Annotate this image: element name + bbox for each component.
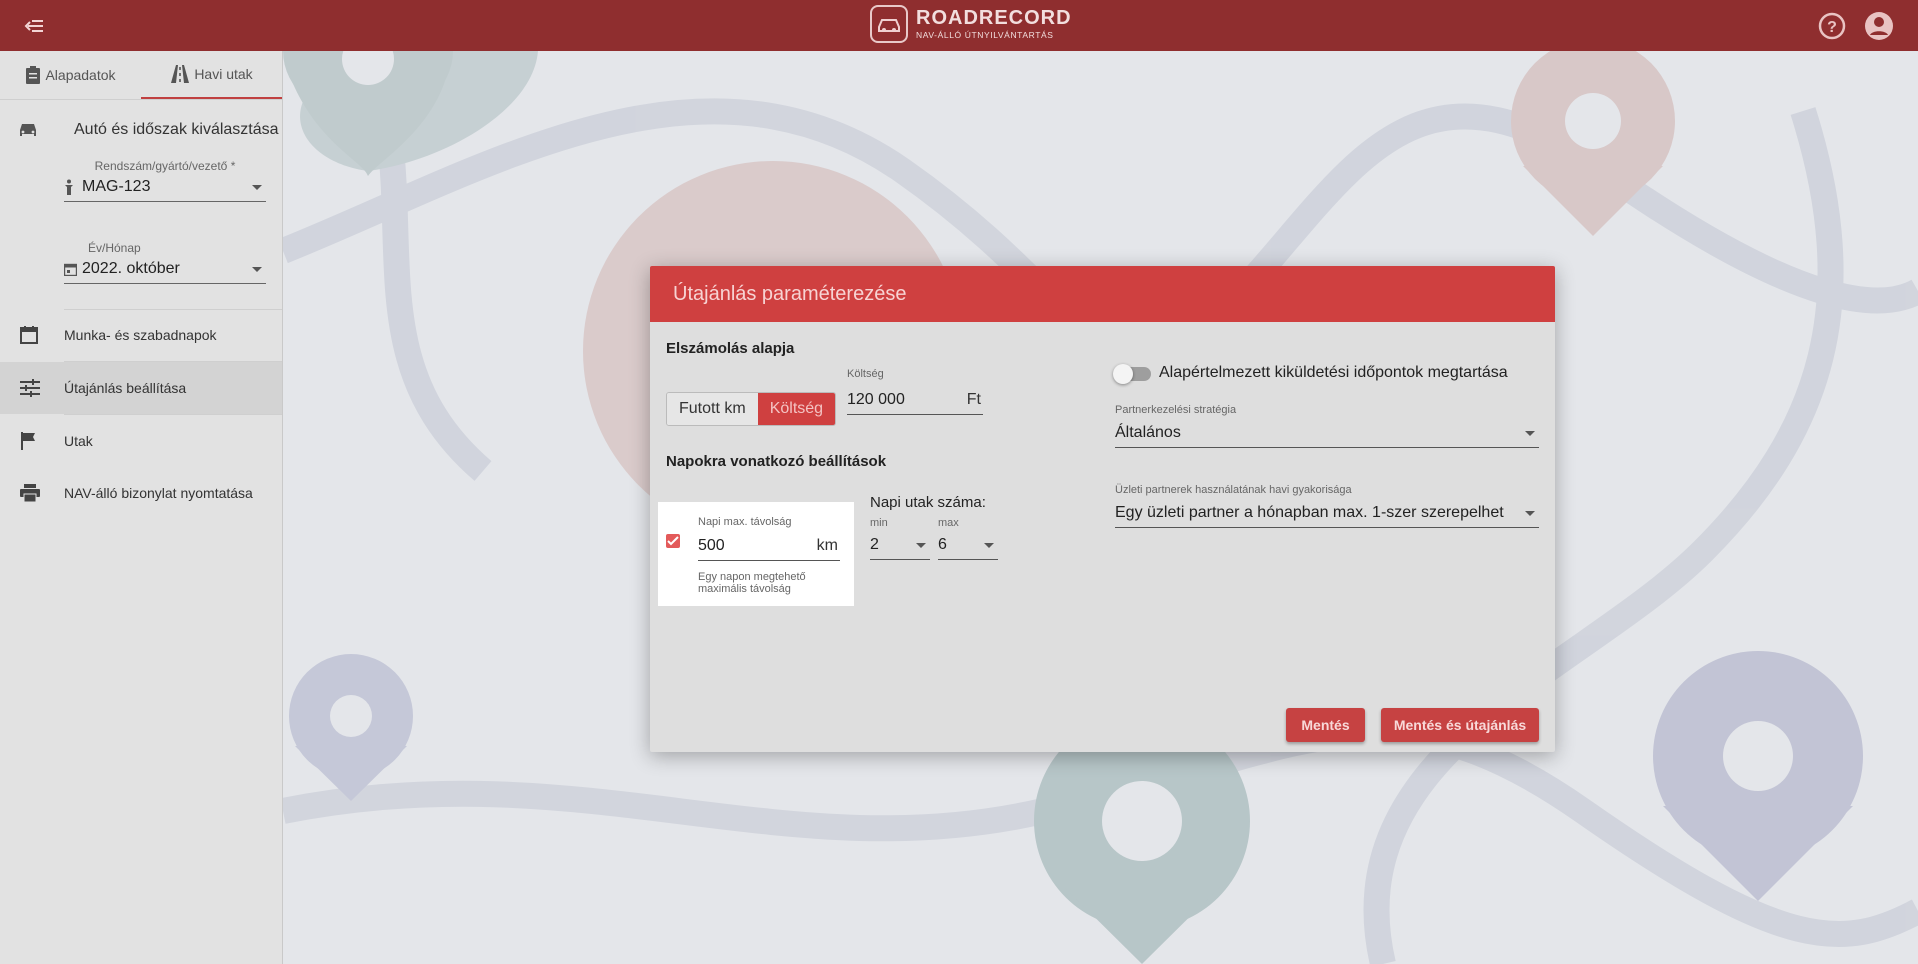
partner-frequency-value: Egy üzleti partner a hónapban max. 1-sze… [1115, 504, 1504, 521]
partner-strategy-select[interactable]: Partnerkezelési stratégia Általános [1115, 404, 1539, 448]
svg-text:?: ? [1827, 19, 1837, 36]
max-distance-checkbox[interactable] [666, 534, 680, 548]
trips-count-label: Napi utak száma: [870, 494, 986, 511]
sidebar-item-utak[interactable]: Utak [0, 415, 282, 467]
partner-strategy-value: Általános [1115, 424, 1181, 441]
sidebar-item-label: NAV-álló bizonylat nyomtatása [64, 485, 253, 501]
vehicle-value: MAG-123 [82, 178, 151, 195]
help-icon: ? [1818, 12, 1846, 40]
default-times-toggle[interactable] [1113, 364, 1151, 384]
dialog-title: Útajánlás paraméterezése [650, 266, 1555, 322]
back-button[interactable] [20, 12, 48, 40]
tab-label: Havi utak [194, 66, 253, 82]
partner-frequency-select[interactable]: Üzleti partnerek használatának havi gyak… [1115, 484, 1539, 528]
sidebar-item-munka-szabadnapok[interactable]: Munka- és szabadnapok [0, 309, 282, 361]
sidebar-item-label: Munka- és szabadnapok [64, 327, 217, 343]
billing-title: Elszámolás alapja [666, 340, 795, 357]
max-distance-hint: Egy napon megtehető maximális távolság [698, 571, 806, 595]
cost-input[interactable]: Költség 120 000 Ft [847, 368, 983, 415]
vehicle-label: Rendszám/gyártó/vezető * [94, 159, 236, 173]
tab-alapadatok[interactable]: Alapadatok [0, 51, 141, 99]
back-arrow-icon [24, 20, 43, 32]
person-icon [65, 179, 73, 195]
option-futott-km[interactable]: Futott km [667, 393, 758, 425]
default-times-label: Alapértelmezett kiküldetési időpontok me… [1159, 364, 1508, 381]
trips-min-select[interactable]: min 2 [870, 517, 930, 560]
car-icon [20, 124, 36, 136]
daily-settings-title: Napokra vonatkozó beállítások [666, 453, 887, 470]
chevron-down-icon [252, 184, 262, 190]
trips-min-value: 2 [870, 536, 879, 553]
sidebar-tabs: Alapadatok Havi utak [0, 51, 282, 100]
check-icon [667, 536, 679, 546]
calendar-small-icon [64, 263, 77, 276]
sidebar-item-label: Utak [64, 433, 93, 449]
billing-basis-toggle: Futott km Költség [666, 392, 837, 426]
car-logo-icon [870, 5, 908, 43]
sliders-icon [20, 379, 40, 397]
period-label: Év/Hónap [88, 241, 141, 255]
section-title: Autó és időszak kiválasztása [0, 100, 282, 160]
cost-label: Költség [847, 368, 884, 380]
chevron-down-icon [1525, 430, 1535, 436]
sidebar-item-utajanlas-beallitasa[interactable]: Útajánlás beállítása [0, 362, 282, 414]
account-button[interactable] [1864, 11, 1894, 41]
help-button[interactable]: ? [1817, 11, 1847, 41]
vehicle-select[interactable]: Rendszám/gyártó/vezető * MAG-123 [64, 159, 266, 202]
chevron-down-icon [1525, 510, 1535, 516]
option-koltseg[interactable]: Költség [757, 393, 836, 425]
calendar-icon [20, 326, 38, 344]
logo-subtitle: NAV-ÁLLÓ ÚTNYILVÁNTARTÁS [916, 30, 1054, 41]
chevron-down-icon [984, 542, 994, 548]
account-circle-icon [1865, 12, 1893, 40]
trips-max-value: 6 [938, 536, 947, 553]
save-button[interactable]: Mentés [1286, 708, 1365, 742]
period-select[interactable]: Év/Hónap 2022. október [64, 241, 266, 284]
logo-title: ROADRECORD [916, 7, 1072, 30]
chevron-down-icon [916, 542, 926, 548]
chevron-down-icon [252, 266, 262, 272]
max-distance-input[interactable]: Napi max. távolság 500 km [698, 516, 840, 561]
trips-max-select[interactable]: max 6 [938, 517, 998, 560]
clipboard-icon [26, 66, 41, 84]
cost-unit: Ft [966, 391, 981, 408]
flag-icon [21, 432, 35, 450]
road-icon [171, 65, 190, 83]
sidebar-item-nav-bizonylat[interactable]: NAV-álló bizonylat nyomtatása [0, 467, 282, 519]
sidebar: Alapadatok Havi utak Autó és időszak kiv… [0, 51, 283, 964]
cost-value: 120 000 [847, 391, 905, 408]
sidebar-item-label: Útajánlás beállítása [64, 380, 187, 396]
tab-label: Alapadatok [45, 67, 116, 83]
app-logo[interactable]: ROADRECORD NAV-ÁLLÓ ÚTNYILVÁNTARTÁS [870, 5, 1072, 43]
tab-havi-utak[interactable]: Havi utak [141, 51, 282, 99]
max-distance-label: Napi max. távolság [698, 516, 792, 528]
printer-icon [20, 484, 40, 502]
period-value: 2022. október [82, 260, 180, 277]
save-and-recommend-button[interactable]: Mentés és útajánlás [1381, 708, 1539, 742]
app-header: ROADRECORD NAV-ÁLLÓ ÚTNYILVÁNTARTÁS ? [0, 0, 1918, 51]
max-distance-card: Napi max. távolság 500 km Egy napon megt… [658, 502, 854, 606]
trip-recommendation-dialog: Útajánlás paraméterezése Elszámolás alap… [650, 266, 1555, 752]
max-distance-value: 500 [698, 537, 725, 554]
max-distance-unit: km [816, 537, 838, 554]
